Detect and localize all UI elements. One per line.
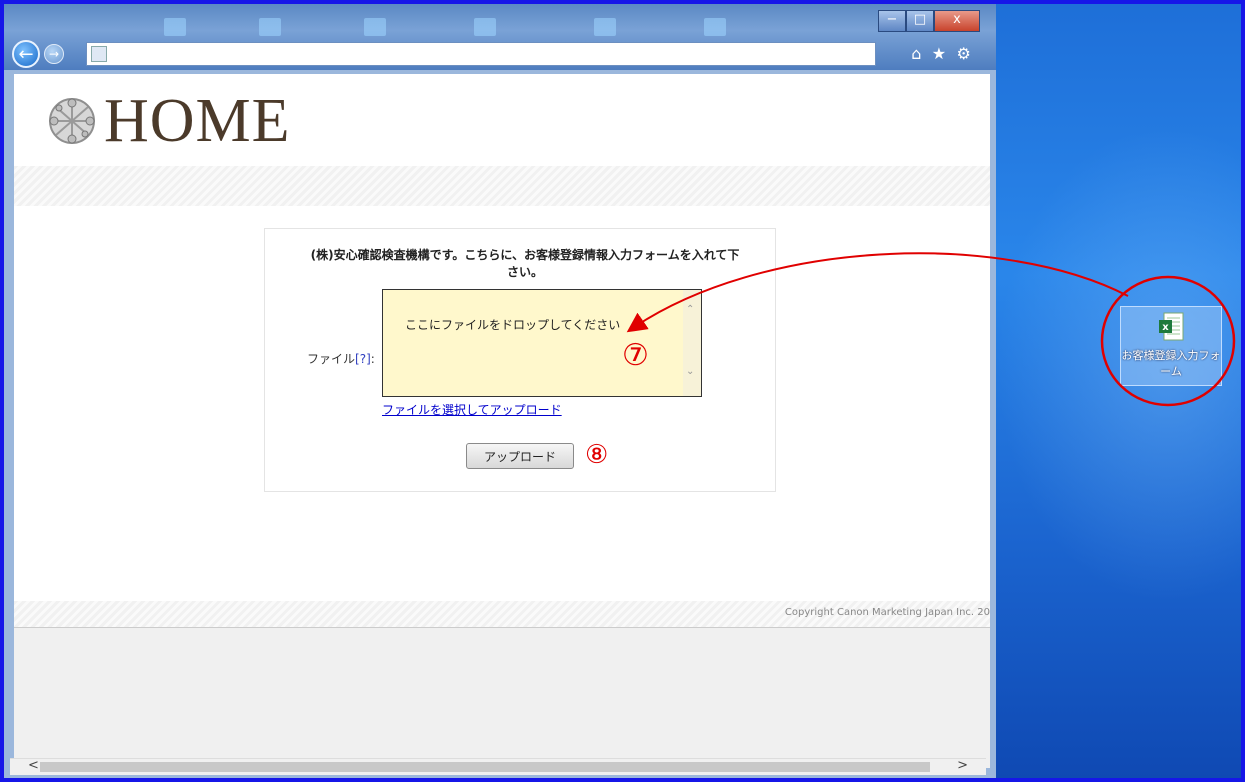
- taskbar-thumb: [164, 18, 186, 36]
- site-header: HOME: [14, 74, 990, 166]
- address-bar[interactable]: [86, 42, 876, 66]
- taskbar-thumb: [594, 18, 616, 36]
- footer-band: Copyright Canon Marketing Japan Inc. 20: [14, 601, 990, 627]
- scroll-thumb[interactable]: [40, 762, 930, 772]
- forward-button[interactable]: →: [44, 44, 64, 64]
- scroll-right-icon[interactable]: >: [957, 758, 968, 773]
- drop-zone-scrollbar[interactable]: ⌃ ⌄: [683, 290, 701, 396]
- page-icon: [91, 46, 107, 62]
- nav-bar: ← → ⌂ ★ ⚙: [4, 38, 996, 70]
- title-bar: − □ x ← → ⌂ ★ ⚙: [4, 4, 996, 70]
- favorites-star-icon[interactable]: ★: [932, 42, 946, 66]
- window-controls: − □ x: [878, 10, 980, 32]
- copyright-text: Copyright Canon Marketing Japan Inc. 20: [784, 607, 990, 618]
- file-label-colon: :: [370, 352, 375, 366]
- excel-file-desktop-icon[interactable]: x お客様登録入力フォーム: [1120, 306, 1222, 386]
- taskbar-thumb: [364, 18, 386, 36]
- home-icon[interactable]: ⌂: [911, 42, 921, 66]
- globe-logo-icon: [49, 98, 95, 144]
- minimize-button[interactable]: −: [878, 10, 906, 32]
- page-content: HOME (株)安心確認検査機構です。こちらに、お客様登録情報入力フォームを入れ…: [14, 74, 990, 768]
- header-band: [14, 166, 990, 206]
- excel-file-icon: x: [1159, 312, 1184, 341]
- horizontal-scrollbar[interactable]: < >: [10, 758, 986, 775]
- file-label: ファイル[?]:: [307, 350, 375, 367]
- gear-icon[interactable]: ⚙: [956, 42, 970, 66]
- main-area: (株)安心確認検査機構です。こちらに、お客様登録情報入力フォームを入れて下さい。…: [14, 206, 990, 601]
- browser-window: − □ x ← → ⌂ ★ ⚙ HOME (株)安心確認検査機構です。こちらに、…: [4, 4, 996, 778]
- scroll-left-icon[interactable]: <: [28, 758, 39, 773]
- taskbar-thumb: [704, 18, 726, 36]
- file-drop-zone[interactable]: ここにファイルをドロップしてください ⌃ ⌄: [382, 289, 702, 397]
- svg-text:x: x: [1162, 322, 1169, 333]
- upload-button[interactable]: アップロード: [466, 443, 574, 469]
- desktop-icon-label: お客様登録入力フォーム: [1121, 349, 1221, 378]
- taskbar-thumb: [474, 18, 496, 36]
- back-button[interactable]: ←: [12, 40, 40, 68]
- site-logo[interactable]: HOME: [44, 90, 291, 152]
- chevron-down-icon[interactable]: ⌄: [686, 366, 694, 377]
- select-file-link[interactable]: ファイルを選択してアップロード: [382, 401, 562, 418]
- close-button[interactable]: x: [934, 10, 980, 32]
- upload-panel: (株)安心確認検査機構です。こちらに、お客様登録情報入力フォームを入れて下さい。…: [264, 228, 776, 492]
- help-link[interactable]: [?]: [355, 352, 371, 366]
- desktop: [996, 4, 1241, 778]
- step-8-marker: ⑧: [585, 440, 609, 470]
- maximize-button[interactable]: □: [906, 10, 934, 32]
- drop-placeholder: ここにファイルをドロップしてください: [405, 318, 621, 332]
- step-7-marker: ⑦: [622, 338, 649, 373]
- taskbar-thumb: [259, 18, 281, 36]
- chevron-up-icon[interactable]: ⌃: [686, 304, 694, 315]
- file-label-text: ファイル: [307, 352, 356, 366]
- browser-tools: ⌂ ★ ⚙: [906, 42, 976, 66]
- instruction-text: (株)安心確認検査機構です。こちらに、お客様登録情報入力フォームを入れて下さい。: [310, 248, 740, 279]
- footer-area: [14, 627, 990, 768]
- logo-text: HOME: [104, 87, 291, 155]
